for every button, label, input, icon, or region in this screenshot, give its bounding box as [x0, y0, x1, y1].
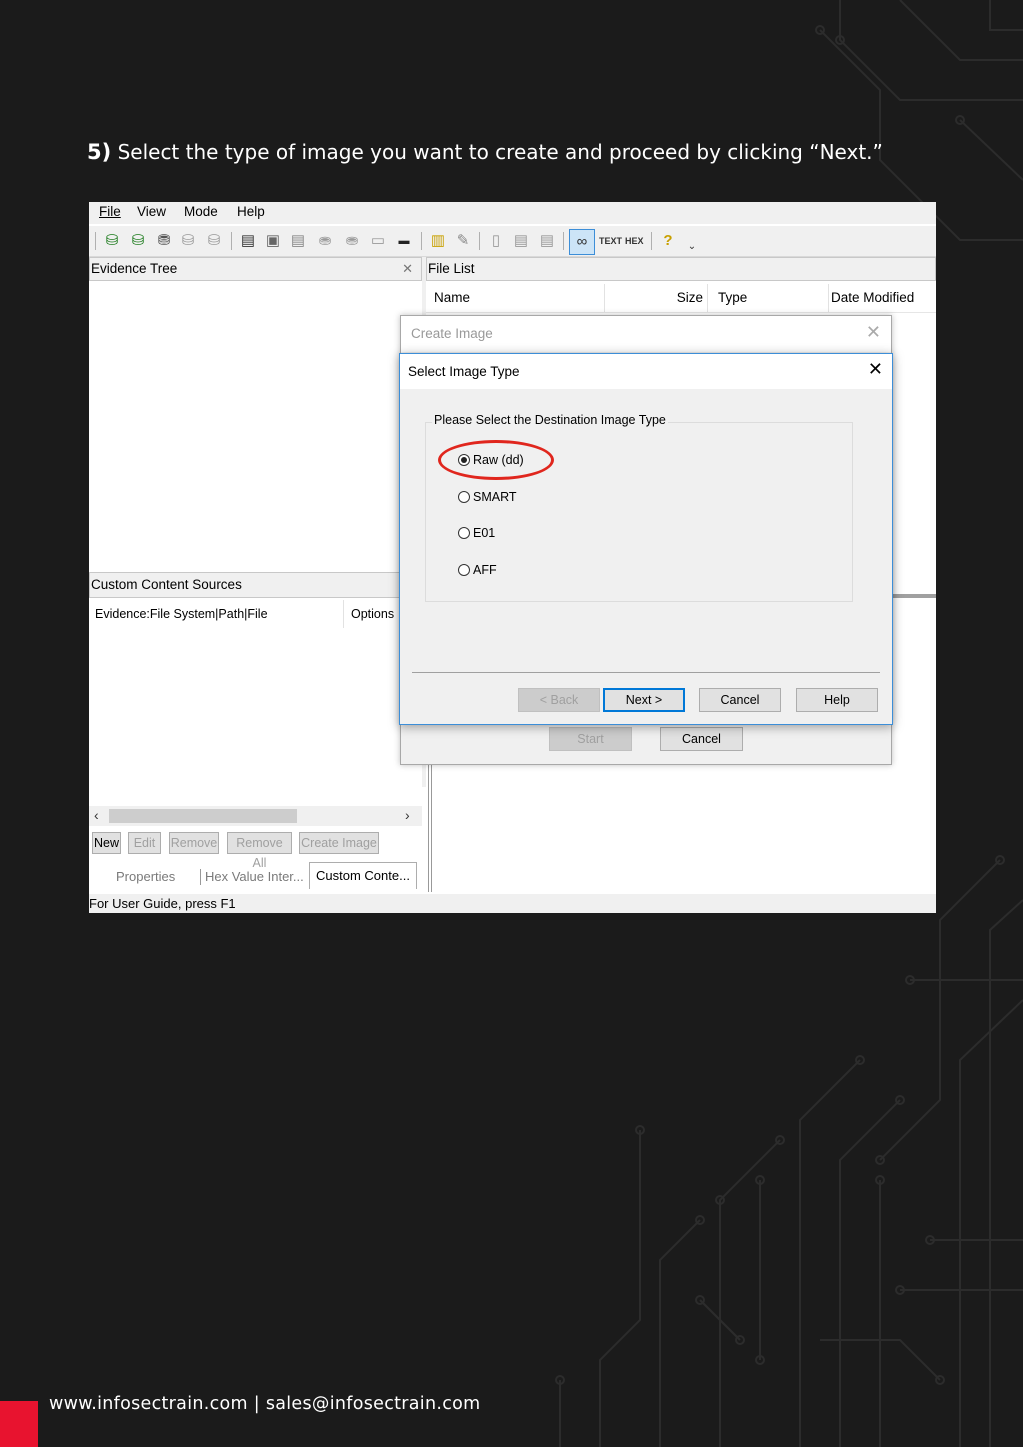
view-text-icon[interactable]: ▤: [512, 232, 530, 250]
select-image-type-dialog: Select Image Type ✕ Please Select the De…: [399, 353, 893, 725]
close-icon[interactable]: ✕: [866, 322, 881, 343]
tab-custom-content[interactable]: Custom Conte...: [309, 862, 417, 889]
select-image-type-title: Select Image Type: [400, 354, 892, 389]
create-image-button[interactable]: Create Image: [299, 832, 379, 854]
ftk-imager-screenshot: File View Mode Help ⛁ ⛁ ⛃ ⛁ ⛁ ▤ ▣ ▤ ⛂ ⛂ …: [89, 202, 936, 913]
export-disk-image-icon[interactable]: ▣: [264, 232, 282, 250]
hex-view-icon[interactable]: HEX: [625, 232, 644, 250]
toolbar-separator: [95, 232, 96, 250]
footer-contact: www.infosectrain.com | sales@infosectrai…: [49, 1394, 481, 1414]
menu-help[interactable]: Help: [237, 204, 265, 219]
pane-splitter[interactable]: [428, 762, 432, 892]
export-logical-image-icon[interactable]: ▤: [289, 232, 307, 250]
custom-content-header: Custom Content Sources: [89, 572, 422, 598]
column-size[interactable]: Size: [604, 284, 708, 312]
radio-raw-dd[interactable]: Raw (dd): [458, 451, 524, 469]
divider: [426, 312, 936, 313]
status-text: For User Guide, press F1: [89, 896, 236, 911]
tab-properties[interactable]: Properties: [116, 864, 175, 890]
remove-evidence-icon[interactable]: ⛁: [179, 232, 197, 250]
remove-all-evidence-icon[interactable]: ⛁: [205, 232, 223, 250]
toolbar-separator: [479, 232, 480, 250]
radio-selected-icon[interactable]: [458, 454, 470, 466]
dialog-divider: [412, 672, 880, 673]
tab-divider: [200, 869, 201, 885]
menu-view[interactable]: View: [137, 204, 166, 219]
status-bar: For User Guide, press F1: [89, 894, 936, 913]
create-image-dialog-title: Create Image: [401, 316, 891, 352]
decrypt-icon[interactable]: ▭: [369, 232, 387, 250]
start-button[interactable]: Start: [549, 727, 632, 751]
remove-button[interactable]: Remove: [169, 832, 219, 854]
image-type-group-label: Please Select the Destination Image Type: [432, 413, 668, 427]
radio-smart[interactable]: SMART: [458, 488, 517, 506]
column-evidence-path[interactable]: Evidence:File System|Path|File: [95, 600, 344, 628]
export-hash-icon[interactable]: ✎: [454, 232, 472, 250]
add-all-evidence-icon[interactable]: ⛁: [129, 232, 147, 250]
evidence-tree-title: Evidence Tree: [91, 261, 178, 276]
menu-mode[interactable]: Mode: [184, 204, 218, 219]
horizontal-scrollbar[interactable]: ‹ ›: [89, 806, 422, 826]
back-button[interactable]: < Back: [518, 688, 600, 712]
cancel-button[interactable]: Cancel: [699, 688, 781, 712]
help-button[interactable]: Help: [796, 688, 878, 712]
radio-icon[interactable]: [458, 527, 470, 539]
tab-hex-value-interpreter[interactable]: Hex Value Inter...: [205, 864, 304, 890]
radio-icon[interactable]: [458, 491, 470, 503]
step-number: 5): [87, 140, 112, 164]
column-type[interactable]: Type: [712, 284, 829, 312]
toolbar-separator: [231, 232, 232, 250]
brand-red-square: [0, 1401, 38, 1447]
column-date-modified[interactable]: Date Modified: [826, 284, 936, 312]
instruction-text: 5) Select the type of image you want to …: [87, 140, 883, 164]
create-custom-content-icon[interactable]: ⛂: [343, 232, 361, 250]
view-hex-file-icon[interactable]: ▤: [538, 232, 556, 250]
toolbar-overflow-icon[interactable]: ⌄: [683, 238, 701, 256]
pane-splitter[interactable]: [889, 594, 936, 598]
auto-view-icon[interactable]: ∞: [569, 229, 595, 255]
custom-content-title: Custom Content Sources: [91, 577, 242, 592]
next-button[interactable]: Next >: [603, 688, 685, 712]
toolbar-separator: [651, 232, 652, 250]
capture-memory-icon[interactable]: ▬: [395, 232, 413, 250]
radio-label: AFF: [473, 563, 497, 577]
help-icon[interactable]: ?: [659, 232, 677, 250]
radio-icon[interactable]: [458, 564, 470, 576]
radio-label: Raw (dd): [473, 453, 524, 467]
create-disk-image-icon[interactable]: ▤: [239, 232, 257, 250]
remove-all-button[interactable]: Remove All: [227, 832, 292, 870]
radio-aff[interactable]: AFF: [458, 561, 497, 579]
radio-label: SMART: [473, 490, 517, 504]
file-list-title: File List: [428, 261, 475, 276]
toolbar-separator: [563, 232, 564, 250]
image-mounting-icon[interactable]: ⛃: [155, 232, 173, 250]
radio-label: E01: [473, 526, 496, 540]
create-image-cancel-button[interactable]: Cancel: [660, 727, 743, 751]
add-to-custom-content-icon[interactable]: ⛂: [316, 232, 334, 250]
file-list-header: File List: [426, 257, 936, 281]
scroll-left-icon[interactable]: ‹: [94, 807, 99, 823]
view-file-icon[interactable]: ▯: [487, 232, 505, 250]
text-view-icon[interactable]: TEXT: [599, 232, 622, 250]
scroll-right-icon[interactable]: ›: [405, 807, 410, 823]
menu-file[interactable]: File: [99, 204, 121, 219]
edit-button[interactable]: Edit: [128, 832, 161, 854]
toolbar: ⛁ ⛁ ⛃ ⛁ ⛁ ▤ ▣ ▤ ⛂ ⛂ ▭ ▬ ▥ ✎ ▯ ▤ ▤ ∞ TEXT…: [89, 226, 936, 257]
evidence-tree-header: Evidence Tree ✕: [89, 257, 422, 281]
step-text: Select the type of image you want to cre…: [117, 140, 883, 164]
close-icon[interactable]: ✕: [402, 258, 413, 280]
column-name[interactable]: Name: [426, 284, 605, 312]
menu-bar: File View Mode Help: [89, 202, 936, 224]
radio-e01[interactable]: E01: [458, 524, 495, 542]
add-evidence-icon[interactable]: ⛁: [103, 232, 121, 250]
new-button[interactable]: New: [92, 832, 121, 854]
export-files-icon[interactable]: ▥: [429, 232, 447, 250]
toolbar-separator: [421, 232, 422, 250]
scrollbar-thumb[interactable]: [109, 809, 297, 823]
close-icon[interactable]: ✕: [868, 359, 883, 380]
